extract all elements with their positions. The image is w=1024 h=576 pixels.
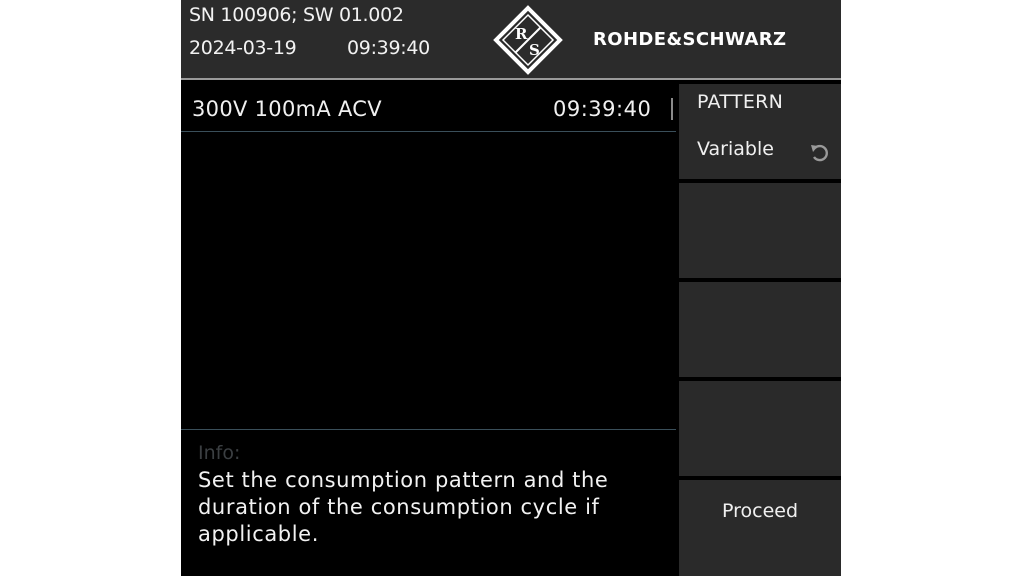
header-time: 09:39:40 (347, 37, 430, 59)
measurement-range: 300V 100mA ACV (192, 97, 382, 121)
status-time: 09:39:40 (553, 97, 652, 121)
svg-text:S: S (529, 41, 540, 59)
header-date: 2024-03-19 (189, 37, 297, 59)
main-display-area: 300V 100mA ACV 09:39:40 Info: Set the co… (181, 84, 676, 576)
info-panel: Info: Set the consumption pattern and th… (181, 429, 676, 576)
softkey-3[interactable] (679, 282, 841, 377)
rotary-knob-icon (811, 144, 828, 162)
softkey-2[interactable] (679, 183, 841, 278)
info-label: Info: (198, 442, 241, 464)
info-text: Set the consumption pattern and the dura… (198, 468, 609, 546)
svg-text:R: R (515, 25, 528, 43)
proceed-button-label: Proceed (721, 500, 799, 522)
softkey-pattern[interactable]: PATTERN Variable (679, 84, 841, 179)
measurement-status-bar: 300V 100mA ACV 09:39:40 (181, 84, 676, 132)
softkey-4[interactable] (679, 381, 841, 476)
header-bar: SN 100906; SW 01.002 2024-03-19 09:39:40… (181, 0, 841, 80)
softkey-panel: PATTERN Variable Proceed (679, 84, 841, 576)
proceed-button[interactable]: Proceed (679, 480, 841, 576)
softkey-pattern-value: Variable (697, 138, 774, 160)
brand-wordmark: ROHDE&SCHWARZ (593, 29, 787, 50)
status-indicator (671, 98, 673, 120)
rohde-schwarz-logo-icon: R S (493, 5, 563, 75)
softkey-pattern-title: PATTERN (697, 91, 784, 113)
instrument-display: SN 100906; SW 01.002 2024-03-19 09:39:40… (181, 0, 841, 576)
serial-software-version: SN 100906; SW 01.002 (189, 4, 404, 26)
